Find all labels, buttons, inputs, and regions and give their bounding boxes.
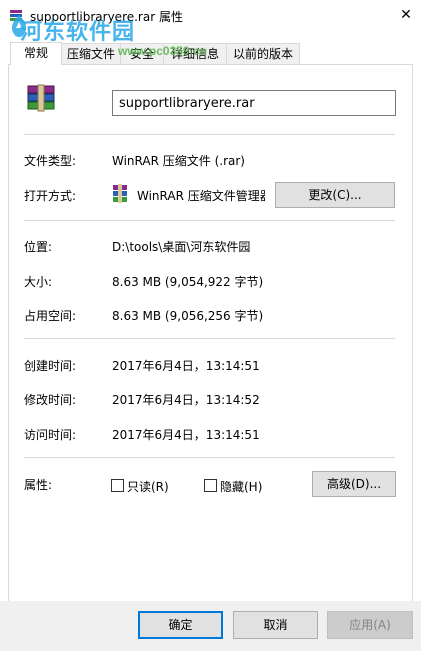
watermark-logo-icon xyxy=(11,15,27,37)
window-title: supportlibraryere.rar 属性 xyxy=(30,10,183,24)
separator xyxy=(24,220,395,221)
separator xyxy=(24,134,395,135)
winrar-app-icon xyxy=(113,184,127,203)
tab-general[interactable]: 常规 xyxy=(10,42,62,65)
file-name-field[interactable]: supportlibraryere.rar xyxy=(112,90,396,116)
readonly-checkbox[interactable] xyxy=(111,479,124,492)
dialog-footer: 确定 取消 应用(A) xyxy=(0,601,421,651)
modified-label: 修改时间: xyxy=(24,393,77,407)
rar-file-icon xyxy=(27,84,55,112)
file-type-label: 文件类型: xyxy=(24,154,77,168)
tab-archive[interactable]: 压缩文件 xyxy=(61,43,121,64)
tab-previous-versions[interactable]: 以前的版本 xyxy=(226,43,300,64)
tab-security[interactable]: 安全 xyxy=(120,43,164,64)
readonly-label[interactable]: 只读(R) xyxy=(127,478,169,495)
attributes-label: 属性: xyxy=(24,478,53,492)
created-value: 2017年6月4日，13:14:51 xyxy=(112,359,260,373)
general-panel: supportlibraryere.rar 文件类型: WinRAR 压缩文件 … xyxy=(8,64,413,603)
accessed-value: 2017年6月4日，13:14:51 xyxy=(112,428,260,442)
modified-value: 2017年6月4日，13:14:52 xyxy=(112,393,260,407)
size-on-disk-value: 8.63 MB (9,056,256 字节) xyxy=(112,309,264,323)
separator xyxy=(24,457,395,458)
location-label: 位置: xyxy=(24,240,53,254)
hidden-label[interactable]: 隐藏(H) xyxy=(220,478,262,495)
accessed-label: 访问时间: xyxy=(24,428,77,442)
separator xyxy=(24,338,395,339)
apply-button[interactable]: 应用(A) xyxy=(327,611,413,639)
location-value: D:\tools\桌面\河东软件园 xyxy=(112,240,251,254)
size-label: 大小: xyxy=(24,275,53,289)
cancel-button[interactable]: 取消 xyxy=(233,611,318,639)
file-type-value: WinRAR 压缩文件 (.rar) xyxy=(112,154,245,168)
opens-with-label: 打开方式: xyxy=(24,189,77,203)
title-bar: supportlibraryere.rar 属性 ✕ xyxy=(0,0,421,32)
ok-button[interactable]: 确定 xyxy=(138,611,223,639)
close-button[interactable]: ✕ xyxy=(391,0,421,30)
opens-with-value: WinRAR 压缩文件管理器 xyxy=(137,189,265,203)
size-on-disk-label: 占用空间: xyxy=(24,309,77,323)
advanced-button[interactable]: 高级(D)... xyxy=(312,471,396,497)
created-label: 创建时间: xyxy=(24,359,77,373)
change-button[interactable]: 更改(C)... xyxy=(275,182,395,208)
tab-details[interactable]: 详细信息 xyxy=(163,43,227,64)
hidden-checkbox[interactable] xyxy=(204,479,217,492)
size-value: 8.63 MB (9,054,922 字节) xyxy=(112,275,264,289)
